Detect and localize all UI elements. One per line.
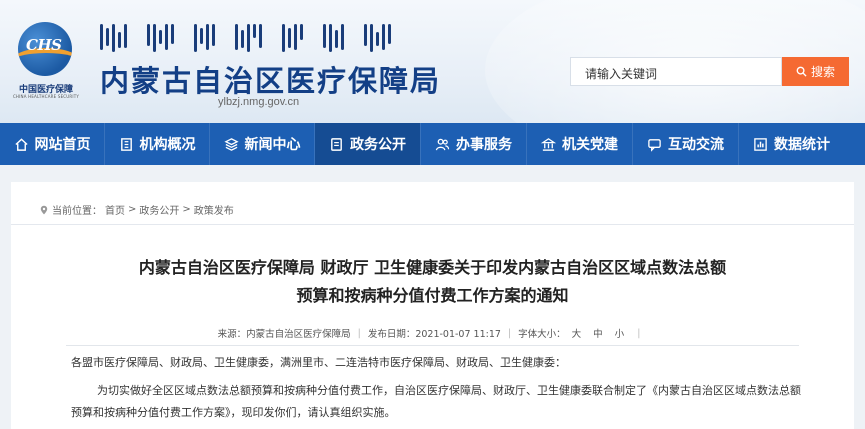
- font-size-small-button[interactable]: 小: [615, 326, 625, 340]
- logo-abbr: CHS: [26, 36, 62, 54]
- divider: [66, 345, 799, 346]
- site-header: CHS 中国医疗保障 CHINA HEALTHCARE SECURITY 内蒙古…: [0, 0, 865, 123]
- divider: [11, 224, 854, 225]
- breadcrumb-separator: >: [128, 204, 137, 215]
- site-domain: ylbzj.nmg.gov.cn: [218, 96, 300, 108]
- article-paragraph: 为切实做好全区区域点数法总额预算和按病种分值付费工作，自治区医疗保障局、财政厅、…: [71, 384, 801, 419]
- main-nav: 网站首页 机构概况 新闻中心 政务公开 办事服务 机关党建 互动交流 数据统计: [0, 123, 865, 165]
- logo-name-en: CHINA HEALTHCARE SECURITY: [12, 94, 80, 99]
- breadcrumb-prefix: 当前位置：: [52, 206, 102, 217]
- breadcrumb: 当前位置： 首页 > 政务公开 > 政策发布: [39, 202, 234, 217]
- font-size-label: 字体大小：: [518, 329, 566, 340]
- article-paragraph: 各盟市医疗保障局、财政局、卫生健康委，满洲里市、二连浩特市医疗保障局、财政局、卫…: [71, 356, 566, 369]
- nav-label: 网站首页: [34, 137, 91, 153]
- font-size-medium-button[interactable]: 中: [593, 326, 603, 340]
- people-icon: [435, 138, 450, 150]
- nav-item-interaction[interactable]: 互动交流: [633, 123, 738, 165]
- building-icon: [120, 137, 132, 151]
- nav-item-overview[interactable]: 机构概况: [105, 123, 209, 165]
- chart-icon: [754, 137, 767, 151]
- chat-icon: [648, 138, 661, 152]
- site-logo[interactable]: CHS 中国医疗保障 CHINA HEALTHCARE SECURITY: [10, 22, 82, 100]
- font-size-large-button[interactable]: 大: [572, 326, 582, 340]
- nav-item-gov-affairs[interactable]: 政务公开: [315, 123, 420, 165]
- nav-label: 政务公开: [350, 137, 406, 153]
- breadcrumb-item-home[interactable]: 首页: [105, 202, 125, 217]
- search-input[interactable]: 请输入关键词: [570, 57, 782, 86]
- nav-item-party[interactable]: 机关党建: [527, 123, 632, 165]
- article-source: 来源：内蒙古自治区医疗保障局: [217, 329, 351, 340]
- document-icon: [331, 137, 342, 151]
- article-date: 发布日期：2021-01-07 11:17: [367, 329, 501, 340]
- site-title[interactable]: 内蒙古自治区医疗保障局: [100, 58, 441, 100]
- nav-label: 机关党建: [562, 137, 618, 153]
- nav-item-statistics[interactable]: 数据统计: [739, 123, 844, 165]
- nav-label: 互动交流: [668, 137, 724, 153]
- institution-icon: [541, 137, 556, 151]
- nav-label: 新闻中心: [244, 137, 301, 153]
- breadcrumb-item-gov-affairs[interactable]: 政务公开: [139, 202, 179, 217]
- article-title-line: 预算和按病种分值付费工作方案的通知: [296, 286, 569, 305]
- article-panel: 当前位置： 首页 > 政务公开 > 政策发布 内蒙古自治区医疗保障局 财政厅 卫…: [11, 182, 854, 429]
- nav-label: 数据统计: [774, 137, 830, 153]
- search-button-label: 搜索: [810, 65, 835, 79]
- breadcrumb-separator: >: [182, 204, 191, 215]
- nav-item-services[interactable]: 办事服务: [421, 123, 526, 165]
- article-meta: 来源：内蒙古自治区医疗保障局 | 发布日期：2021-01-07 11:17 |…: [217, 326, 641, 341]
- nav-item-news[interactable]: 新闻中心: [210, 123, 314, 165]
- article-title: 内蒙古自治区医疗保障局 财政厅 卫生健康委关于印发内蒙古自治区区域点数法总额 预…: [61, 254, 804, 310]
- search-button[interactable]: 搜索: [782, 57, 849, 86]
- nav-item-home[interactable]: 网站首页: [0, 123, 104, 165]
- nav-label: 办事服务: [456, 137, 512, 153]
- nav-label: 机构概况: [139, 137, 196, 153]
- home-icon: [14, 137, 28, 151]
- search-icon: [796, 66, 807, 77]
- mongolian-script-title: [100, 24, 430, 54]
- location-icon: [40, 205, 48, 214]
- logo-emblem: CHS: [18, 22, 72, 76]
- layers-icon: [223, 137, 239, 151]
- article-title-line: 内蒙古自治区医疗保障局 财政厅 卫生健康委关于印发内蒙古自治区区域点数法总额: [138, 258, 727, 277]
- breadcrumb-item-policy[interactable]: 政策发布: [194, 202, 234, 217]
